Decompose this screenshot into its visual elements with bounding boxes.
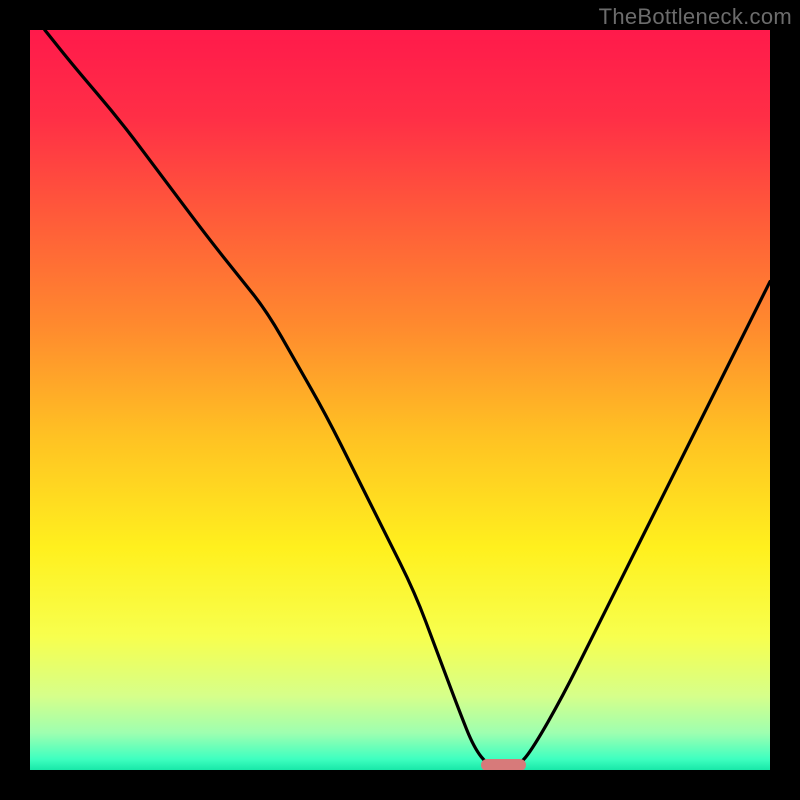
watermark-text: TheBottleneck.com [599, 4, 792, 30]
plot-area [30, 30, 770, 770]
bottleneck-curve [30, 30, 770, 770]
chart-frame: TheBottleneck.com [0, 0, 800, 800]
optimal-range-marker [481, 759, 525, 770]
